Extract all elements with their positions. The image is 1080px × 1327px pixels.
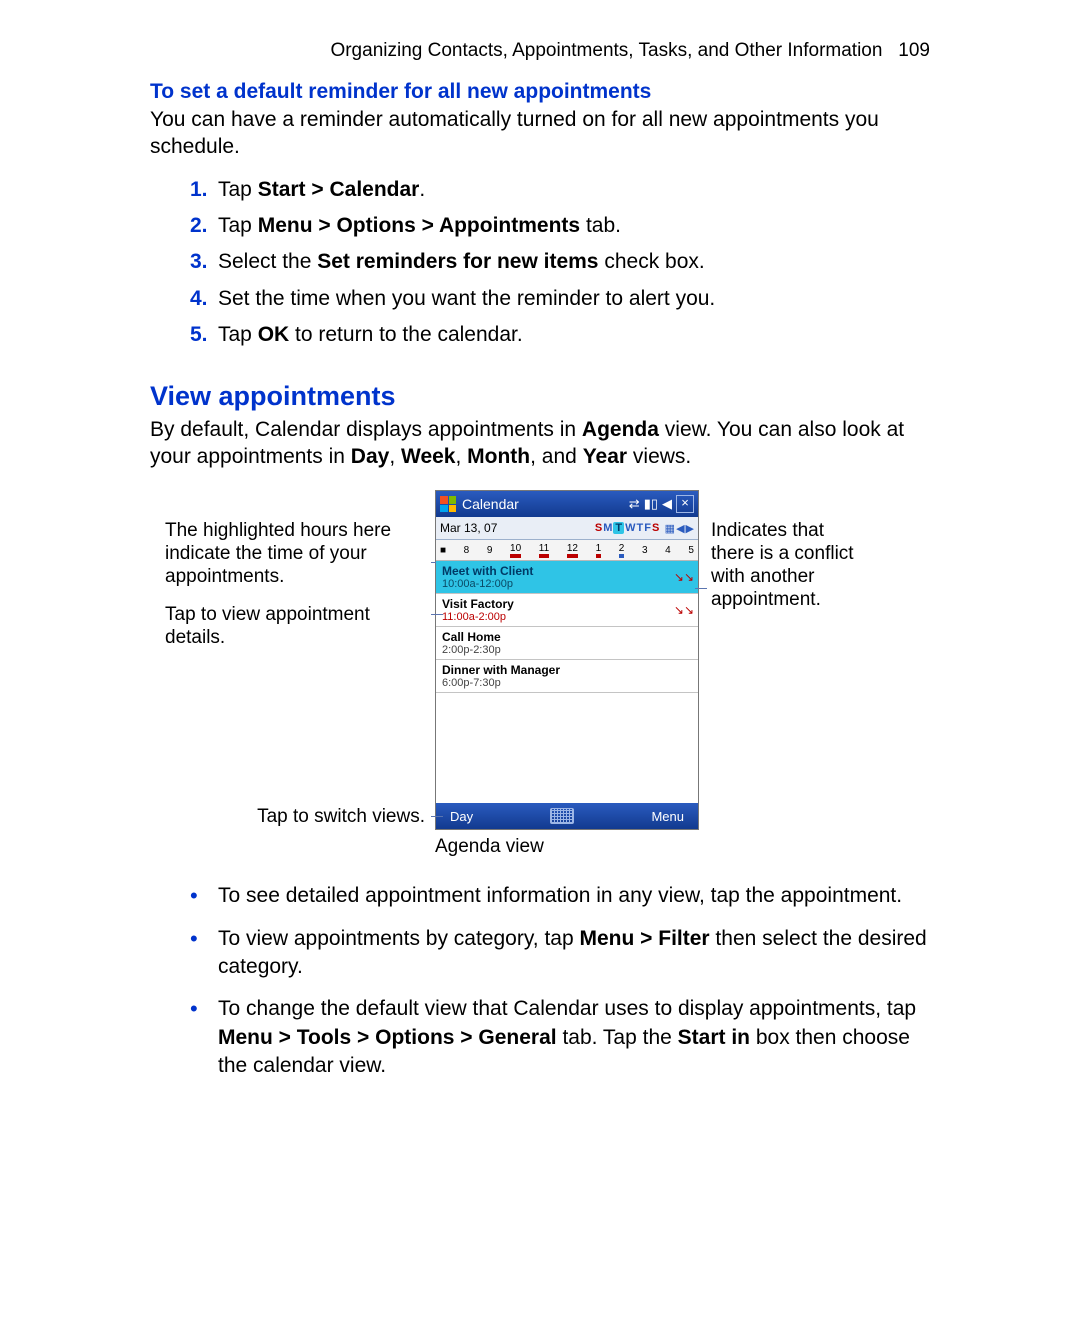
callout-conflict: Indicates that there is a conflict with … [711,520,871,611]
sync-icon: ⇄ [629,496,640,512]
step-text: Tap Start > Calendar. [218,175,930,205]
step-number: 3. [190,247,218,277]
appointment-item: Call Home 2:00p-2:30p [436,627,698,660]
appointment-title: Meet with Client [442,564,692,578]
step-text: Tap Menu > Options > Appointments tab. [218,211,930,241]
volume-icon: ◀ [662,496,672,512]
step-number: 1. [190,175,218,205]
dow-current: T [613,522,624,534]
appointment-item: Dinner with Manager 6:00p-7:30p [436,660,698,693]
figure-agenda-view: The highlighted hours here indicate the … [150,490,930,830]
appointment-title: Dinner with Manager [442,663,692,677]
appointment-time: 11:00a-2:00p [442,611,692,623]
prev-day-icon: ◀ [676,522,684,535]
appointment-title: Call Home [442,630,692,644]
running-header: Organizing Contacts, Appointments, Tasks… [150,40,930,62]
tip-text: To change the default view that Calendar… [218,995,930,1080]
step-text: Set the time when you want the reminder … [218,284,930,314]
conflict-icon: ↘↘ [674,603,694,617]
intro-view-appointments: By default, Calendar displays appointmen… [150,416,930,471]
tip-item: To view appointments by category, tap Me… [190,925,930,982]
step-item: 2. Tap Menu > Options > Appointments tab… [190,211,930,241]
intro-default-reminder: You can have a reminder automatically tu… [150,106,930,161]
hour-label: 8 [464,545,470,556]
connector-line [431,816,443,817]
appointment-time: 2:00p-2:30p [442,644,692,656]
next-day-icon: ▶ [686,522,694,535]
softkey-left: Day [450,809,473,824]
keyboard-icon [550,808,574,824]
appointment-time: 10:00a-12:00p [442,578,692,590]
tip-item: To see detailed appointment information … [190,882,930,910]
hour-label: 10 [510,543,521,558]
conflict-icon: ↘↘ [674,570,694,584]
step-text: Tap OK to return to the calendar. [218,320,930,350]
step-item: 1. Tap Start > Calendar. [190,175,930,205]
callouts-left: The highlighted hours here indicate the … [150,490,435,830]
dow: S [595,522,602,534]
step-item: 3. Select the Set reminders for new item… [190,247,930,277]
appointment-time: 6:00p-7:30p [442,677,692,689]
status-icons: ⇄ ▮▯ ◀ × [629,495,694,513]
appointment-item: Visit Factory 11:00a-2:00p ↘↘ [436,594,698,627]
tips-list: To see detailed appointment information … [150,882,930,1080]
step-number: 2. [190,211,218,241]
appointment-item: Meet with Client 10:00a-12:00p ↘↘ [436,561,698,594]
dow: T [637,522,644,534]
steps-list: 1. Tap Start > Calendar. 2. Tap Menu > O… [150,175,930,351]
callout-view-details: Tap to view appointment details. [165,604,425,650]
connector-line [695,588,707,589]
tip-text: To see detailed appointment information … [218,882,930,910]
device-hour-ruler: ■ 8 9 10 11 12 1 2 3 4 5 [436,540,698,561]
callout-highlighted-hours: The highlighted hours here indicate the … [165,520,425,588]
subheading-default-reminder: To set a default reminder for all new ap… [150,80,930,104]
device-date: Mar 13, 07 [440,521,497,535]
hour-label: 3 [642,545,648,556]
step-text: Select the Set reminders for new items c… [218,247,930,277]
page-number: 109 [898,40,930,61]
softkey-right: Menu [651,809,684,824]
dow: W [625,522,635,534]
calendar-jump-icon: ▦ [665,522,675,535]
tip-text: To view appointments by category, tap Me… [218,925,930,982]
dow: M [603,522,612,534]
dow: S [652,522,659,534]
close-icon: × [676,495,694,513]
callout-switch-views: Tap to switch views. [165,806,425,829]
device-date-bar: Mar 13, 07 S M T W T F S ▦ ◀ ▶ [436,517,698,540]
hour-label: 12 [567,543,578,558]
appointment-title: Visit Factory [442,597,692,611]
running-header-title: Organizing Contacts, Appointments, Tasks… [330,40,882,61]
hour-label: 4 [665,545,671,556]
tip-item: To change the default view that Calendar… [190,995,930,1080]
windows-flag-icon [440,496,456,512]
step-item: 4. Set the time when you want the remind… [190,284,930,314]
step-item: 5. Tap OK to return to the calendar. [190,320,930,350]
device-app-title: Calendar [462,496,519,512]
step-number: 4. [190,284,218,314]
step-number: 5. [190,320,218,350]
hour-label: 1 [596,543,602,558]
dow: F [644,522,651,534]
heading-view-appointments: View appointments [150,381,930,412]
hour-label: 9 [487,545,493,556]
figure-caption: Agenda view [435,836,930,858]
device-titlebar: Calendar ⇄ ▮▯ ◀ × [436,491,698,517]
device-softkey-bar: Day Menu [436,803,698,829]
callouts-right: Indicates that there is a conflict with … [699,490,874,830]
hour-label: 11 [539,543,549,558]
device-screenshot: Calendar ⇄ ▮▯ ◀ × Mar 13, 07 S M T W T F [435,490,699,830]
page: Organizing Contacts, Appointments, Tasks… [0,0,1080,1154]
device-empty-area [436,693,698,803]
hour-label: 2 [619,543,625,558]
signal-icon: ▮▯ [644,496,658,512]
hour-label: 5 [688,545,694,556]
